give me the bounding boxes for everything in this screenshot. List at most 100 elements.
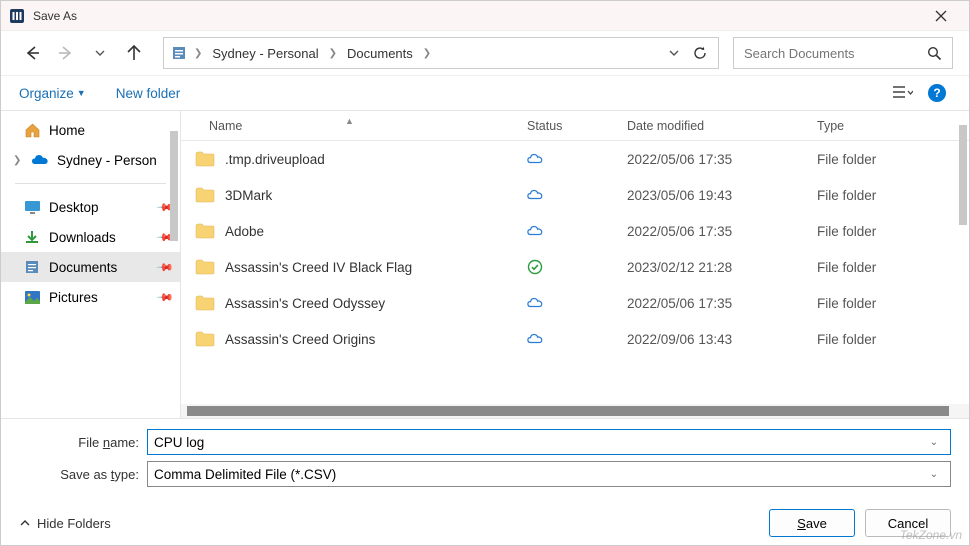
help-icon: ? [928, 84, 946, 102]
savetype-field[interactable]: Comma Delimited File (*.CSV) ⌄ [147, 461, 951, 487]
column-type[interactable]: Type [817, 119, 969, 133]
file-name: 3DMark [225, 188, 272, 203]
save-button[interactable]: Save [769, 509, 855, 537]
refresh-button[interactable] [692, 45, 708, 61]
address-dropdown-button[interactable] [668, 47, 680, 59]
chevron-right-icon[interactable]: ❯ [192, 48, 204, 59]
savetype-value: Comma Delimited File (*.CSV) [154, 467, 924, 482]
hide-folders-label: Hide Folders [37, 516, 111, 531]
sidebar-label: Home [49, 123, 85, 138]
forward-button[interactable] [51, 38, 81, 68]
view-options-button[interactable] [889, 79, 917, 107]
sidebar-label: Desktop [49, 200, 99, 215]
file-status-icon [527, 331, 627, 347]
column-name[interactable]: Name▲ [195, 119, 527, 133]
file-type: File folder [817, 296, 969, 311]
column-headers: Name▲ Status Date modified Type [181, 111, 969, 141]
hide-folders-button[interactable]: Hide Folders [19, 516, 111, 531]
sidebar-item-desktop[interactable]: Desktop 📌 [1, 192, 180, 222]
sidebar-item-documents[interactable]: Documents 📌 [1, 252, 180, 282]
sidebar: Home ❯ Sydney - Person Desktop 📌 [1, 111, 181, 418]
pin-icon: 📌 [156, 258, 175, 277]
file-type: File folder [817, 332, 969, 347]
sidebar-label: Pictures [49, 290, 98, 305]
file-date: 2022/09/06 13:43 [627, 332, 817, 347]
file-type: File folder [817, 224, 969, 239]
file-type: File folder [817, 188, 969, 203]
savetype-dropdown-icon[interactable]: ⌄ [924, 469, 944, 480]
home-icon [23, 121, 41, 139]
search-input[interactable] [744, 46, 927, 61]
sidebar-item-personal[interactable]: ❯ Sydney - Person [1, 145, 180, 175]
app-icon [9, 8, 25, 24]
main-area: Home ❯ Sydney - Person Desktop 📌 [1, 111, 969, 418]
expand-icon[interactable]: ❯ [13, 155, 23, 166]
chevron-up-icon [19, 517, 31, 529]
up-button[interactable] [119, 38, 149, 68]
file-name: Assassin's Creed IV Black Flag [225, 260, 412, 275]
toolbar: Organize▼ New folder ? [1, 75, 969, 111]
file-name: Assassin's Creed Origins [225, 332, 375, 347]
onedrive-icon [31, 151, 49, 169]
window-title: Save As [33, 9, 921, 23]
file-row[interactable]: 3DMark2023/05/06 19:43File folder [181, 177, 969, 213]
sidebar-label: Sydney - Person [57, 153, 157, 168]
chevron-right-icon[interactable]: ❯ [327, 48, 339, 59]
address-bar[interactable]: ❯ Sydney - Personal ❯ Documents ❯ [163, 37, 719, 69]
file-date: 2022/05/06 17:35 [627, 152, 817, 167]
file-name: Adobe [225, 224, 264, 239]
organize-button[interactable]: Organize▼ [19, 86, 86, 101]
search-icon[interactable] [927, 46, 942, 61]
new-folder-button[interactable]: New folder [116, 86, 181, 101]
pin-icon: 📌 [156, 288, 175, 307]
sidebar-scrollbar[interactable] [170, 131, 178, 241]
file-rows: .tmp.driveupload2022/05/06 17:35File fol… [181, 141, 969, 404]
chevron-right-icon[interactable]: ❯ [421, 48, 433, 59]
file-row[interactable]: Assassin's Creed Odyssey 2022/05/06 17:35… [181, 285, 969, 321]
back-button[interactable] [17, 38, 47, 68]
file-row[interactable]: .tmp.driveupload 2022/05/06 17:35File fol… [181, 141, 969, 177]
sidebar-label: Downloads [49, 230, 116, 245]
file-status-icon [527, 223, 627, 239]
form-area: File name: ⌄ Save as type: Comma Delimit… [1, 418, 969, 501]
filename-label: File name: [19, 435, 147, 450]
navbar: ❯ Sydney - Personal ❯ Documents ❯ [1, 31, 969, 75]
location-icon [170, 44, 188, 62]
file-row[interactable]: Adobe 2022/05/06 17:35File folder [181, 213, 969, 249]
search-box[interactable] [733, 37, 953, 69]
filename-dropdown-icon[interactable]: ⌄ [924, 437, 944, 448]
sidebar-label: Documents [49, 260, 117, 275]
filename-input[interactable] [154, 435, 924, 450]
file-type: File folder [817, 152, 969, 167]
column-status[interactable]: Status [527, 119, 627, 133]
file-status-icon [527, 151, 627, 167]
breadcrumb-root[interactable]: Sydney - Personal [208, 46, 322, 61]
file-row[interactable]: Assassin's Creed Origins 2022/09/06 13:43… [181, 321, 969, 357]
filename-field[interactable]: ⌄ [147, 429, 951, 455]
file-date: 2022/05/06 17:35 [627, 296, 817, 311]
file-name: .tmp.driveupload [225, 152, 325, 167]
vertical-scrollbar[interactable] [959, 125, 967, 225]
cancel-button[interactable]: Cancel [865, 509, 951, 537]
horizontal-scrollbar[interactable] [181, 404, 969, 418]
file-date: 2022/05/06 17:35 [627, 224, 817, 239]
file-date: 2023/02/12 21:28 [627, 260, 817, 275]
sort-indicator-icon: ▲ [345, 116, 354, 126]
column-date[interactable]: Date modified [627, 119, 817, 133]
downloads-icon [23, 228, 41, 246]
close-button[interactable] [921, 2, 961, 30]
pictures-icon [23, 288, 41, 306]
recent-dropdown-button[interactable] [85, 38, 115, 68]
breadcrumb-folder[interactable]: Documents [343, 46, 417, 61]
sidebar-item-pictures[interactable]: Pictures 📌 [1, 282, 180, 312]
file-status-icon [527, 259, 627, 275]
help-button[interactable]: ? [923, 79, 951, 107]
file-row[interactable]: Assassin's Creed IV Black Flag 2023/02/12… [181, 249, 969, 285]
sidebar-item-downloads[interactable]: Downloads 📌 [1, 222, 180, 252]
save-as-dialog: Save As ❯ Sydney - Personal ❯ Documents … [0, 0, 970, 546]
file-name: Assassin's Creed Odyssey [225, 296, 385, 311]
sidebar-separator [15, 183, 166, 184]
sidebar-item-home[interactable]: Home [1, 115, 180, 145]
savetype-label: Save as type: [19, 467, 147, 482]
footer: Hide Folders Save Cancel [1, 501, 969, 545]
